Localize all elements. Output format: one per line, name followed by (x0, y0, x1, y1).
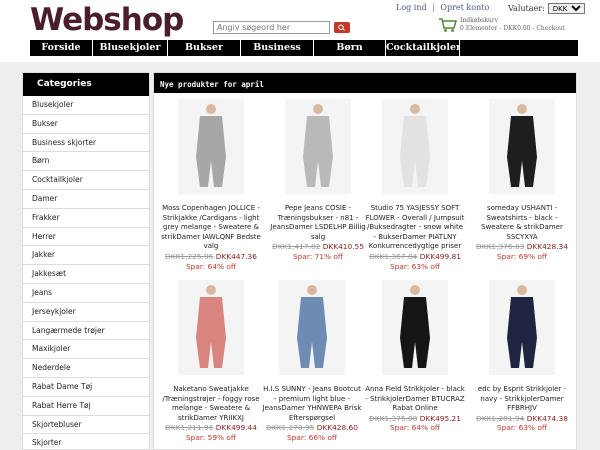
category-link[interactable]: Herrer (23, 228, 149, 247)
section-title: Nye produkter for april (154, 73, 576, 93)
old-price: DKK1,417.82 (272, 242, 321, 252)
old-price: DKK1,281.94 (476, 413, 525, 423)
sidebar-title: Categories (23, 73, 149, 96)
product-card[interactable]: someday USHANTI - Sweatshirts - black - … (470, 99, 574, 262)
nav-item-forside[interactable]: Forside (30, 40, 93, 56)
cart-summary[interactable]: 0 Elementer - DKK0.00 - Checkout (460, 25, 565, 33)
nav-item-born[interactable]: Børn (314, 40, 386, 56)
main-nav: Forside Blusekjoler Bukser Business Børn… (30, 40, 578, 56)
product-name[interactable]: Pepe Jeans COSIE - Træningsbukser - n81 … (266, 204, 370, 242)
product-name[interactable]: edc by Esprit Strikkjoler - navy - Strik… (470, 385, 574, 414)
category-link[interactable]: Rabat Dame Tøj (23, 378, 149, 397)
link-separator: | (432, 3, 435, 12)
new-price: DKK428.34 (526, 242, 568, 252)
old-price: DKK1,270.95 (266, 423, 315, 433)
category-link[interactable]: Cocktailkjoler (23, 171, 149, 190)
currency-select[interactable]: DKK (547, 3, 585, 14)
category-link[interactable]: Jerseykjoler (23, 303, 149, 322)
product-card[interactable]: Naketano Sweatjakke /Træningstrøjer - fo… (159, 280, 263, 443)
product-image[interactable] (285, 99, 351, 194)
site-logo[interactable]: Webshop (30, 2, 184, 38)
old-price: DKK1,211.91 (165, 423, 214, 433)
category-link[interactable]: Blusekjoler (23, 96, 149, 115)
product-image[interactable] (279, 280, 345, 375)
product-name[interactable]: Studio 75 YASJESSY SOFT FLOWER - Overall… (363, 204, 467, 252)
category-link[interactable]: Jeans (23, 284, 149, 303)
category-link[interactable]: Business skjorter (23, 134, 149, 153)
discount-text: Spar: 64% off (389, 423, 441, 433)
nav-item-cocktailkjoler[interactable]: Cocktailkjoler (386, 40, 460, 56)
category-link[interactable]: Skjorter (23, 434, 149, 450)
search-input[interactable] (213, 21, 330, 34)
new-price: DKK474.38 (526, 413, 568, 423)
product-name[interactable]: Moss Copenhagen JOLLICE - Strikjakke /Ca… (159, 204, 263, 252)
category-link[interactable]: Skjortebluser (23, 416, 149, 435)
category-link[interactable]: Nederdele (23, 359, 149, 378)
old-price: DKK1,375.98 (369, 413, 418, 423)
discount-text: Spar: 59% off (185, 432, 237, 442)
new-price: DKK499.44 (215, 423, 257, 433)
cart-icon (439, 18, 457, 32)
product-card[interactable]: H.I.S SUNNY - Jeans Bootcut - premium li… (260, 280, 364, 443)
old-price: DKK1,376.83 (476, 242, 525, 252)
product-card[interactable]: edc by Esprit Strikkjoler - navy - Strik… (470, 280, 574, 433)
nav-item-bukser[interactable]: Bukser (168, 40, 241, 56)
category-link[interactable]: Børn (23, 152, 149, 172)
new-price: DKK410.55 (322, 242, 364, 252)
product-card[interactable]: Studio 75 YASJESSY SOFT FLOWER - Overall… (363, 99, 467, 271)
category-link[interactable]: Jakkesæt (23, 265, 149, 284)
old-price: DKK1,225.96 (165, 251, 214, 261)
currency-label: Valutaer: (508, 4, 545, 13)
discount-text: Spar: 64% off (185, 261, 237, 271)
category-link[interactable]: Jakker (23, 246, 149, 266)
new-price: DKK428.60 (316, 423, 358, 433)
new-price: DKK499.81 (419, 251, 461, 261)
product-name[interactable]: H.I.S SUNNY - Jeans Bootcut - premium li… (260, 385, 364, 423)
search-bar (213, 21, 350, 34)
account-links: Log ind | Opret konto (396, 3, 492, 12)
cart-title[interactable]: Indkøbskurv (460, 17, 565, 25)
new-products-panel: Nye produkter for april Moss Copenhagen … (153, 72, 577, 450)
category-link[interactable]: Bukser (23, 115, 149, 134)
product-image[interactable] (178, 280, 244, 375)
product-image[interactable] (178, 99, 244, 194)
nav-item-blusekjoler[interactable]: Blusekjoler (93, 40, 168, 56)
cart-widget[interactable]: Indkøbskurv 0 Elementer - DKK0.00 - Chec… (438, 17, 565, 33)
discount-text: Spar: 69% off (496, 251, 548, 261)
product-image[interactable] (382, 99, 448, 194)
discount-text: Spar: 66% off (286, 432, 338, 442)
nav-item-business[interactable]: Business (241, 40, 314, 56)
category-sidebar: Categories Blusekjoler Bukser Business s… (22, 72, 150, 450)
category-link[interactable]: Langærmede trøjer (23, 322, 149, 341)
product-image[interactable] (382, 280, 448, 375)
search-button[interactable] (334, 22, 350, 33)
search-icon (338, 24, 345, 31)
discount-text: Spar: 63% off (389, 261, 441, 271)
product-card[interactable]: Pepe Jeans COSIE - Træningsbukser - n81 … (266, 99, 370, 262)
product-name[interactable]: Naketano Sweatjakke /Træningstrøjer - fo… (159, 385, 263, 423)
new-price: DKK447.36 (215, 251, 257, 261)
category-link[interactable]: Damer (23, 190, 149, 209)
register-link[interactable]: Opret konto (440, 3, 489, 12)
product-image[interactable] (489, 280, 555, 375)
new-price: DKK495.21 (419, 413, 461, 423)
category-link[interactable]: Rabat Herre Tøj (23, 397, 149, 416)
discount-text: Spar: 63% off (496, 423, 548, 433)
product-image[interactable] (489, 99, 555, 194)
currency-selector: Valutaer: DKK (508, 3, 585, 14)
discount-text: Spar: 71% off (292, 251, 344, 261)
product-card[interactable]: Moss Copenhagen JOLLICE - Strikjakke /Ca… (159, 99, 263, 271)
category-link[interactable]: Frakker (23, 209, 149, 228)
login-link[interactable]: Log ind (396, 3, 427, 12)
category-link[interactable]: Maxikjoler (23, 340, 149, 360)
product-card[interactable]: Anna Field Strikkjoler - black - Strikkj… (363, 280, 467, 433)
product-name[interactable]: someday USHANTI - Sweatshirts - black - … (470, 204, 574, 242)
product-name[interactable]: Anna Field Strikkjoler - black - Strikkj… (363, 385, 467, 414)
old-price: DKK1,367.84 (369, 251, 418, 261)
